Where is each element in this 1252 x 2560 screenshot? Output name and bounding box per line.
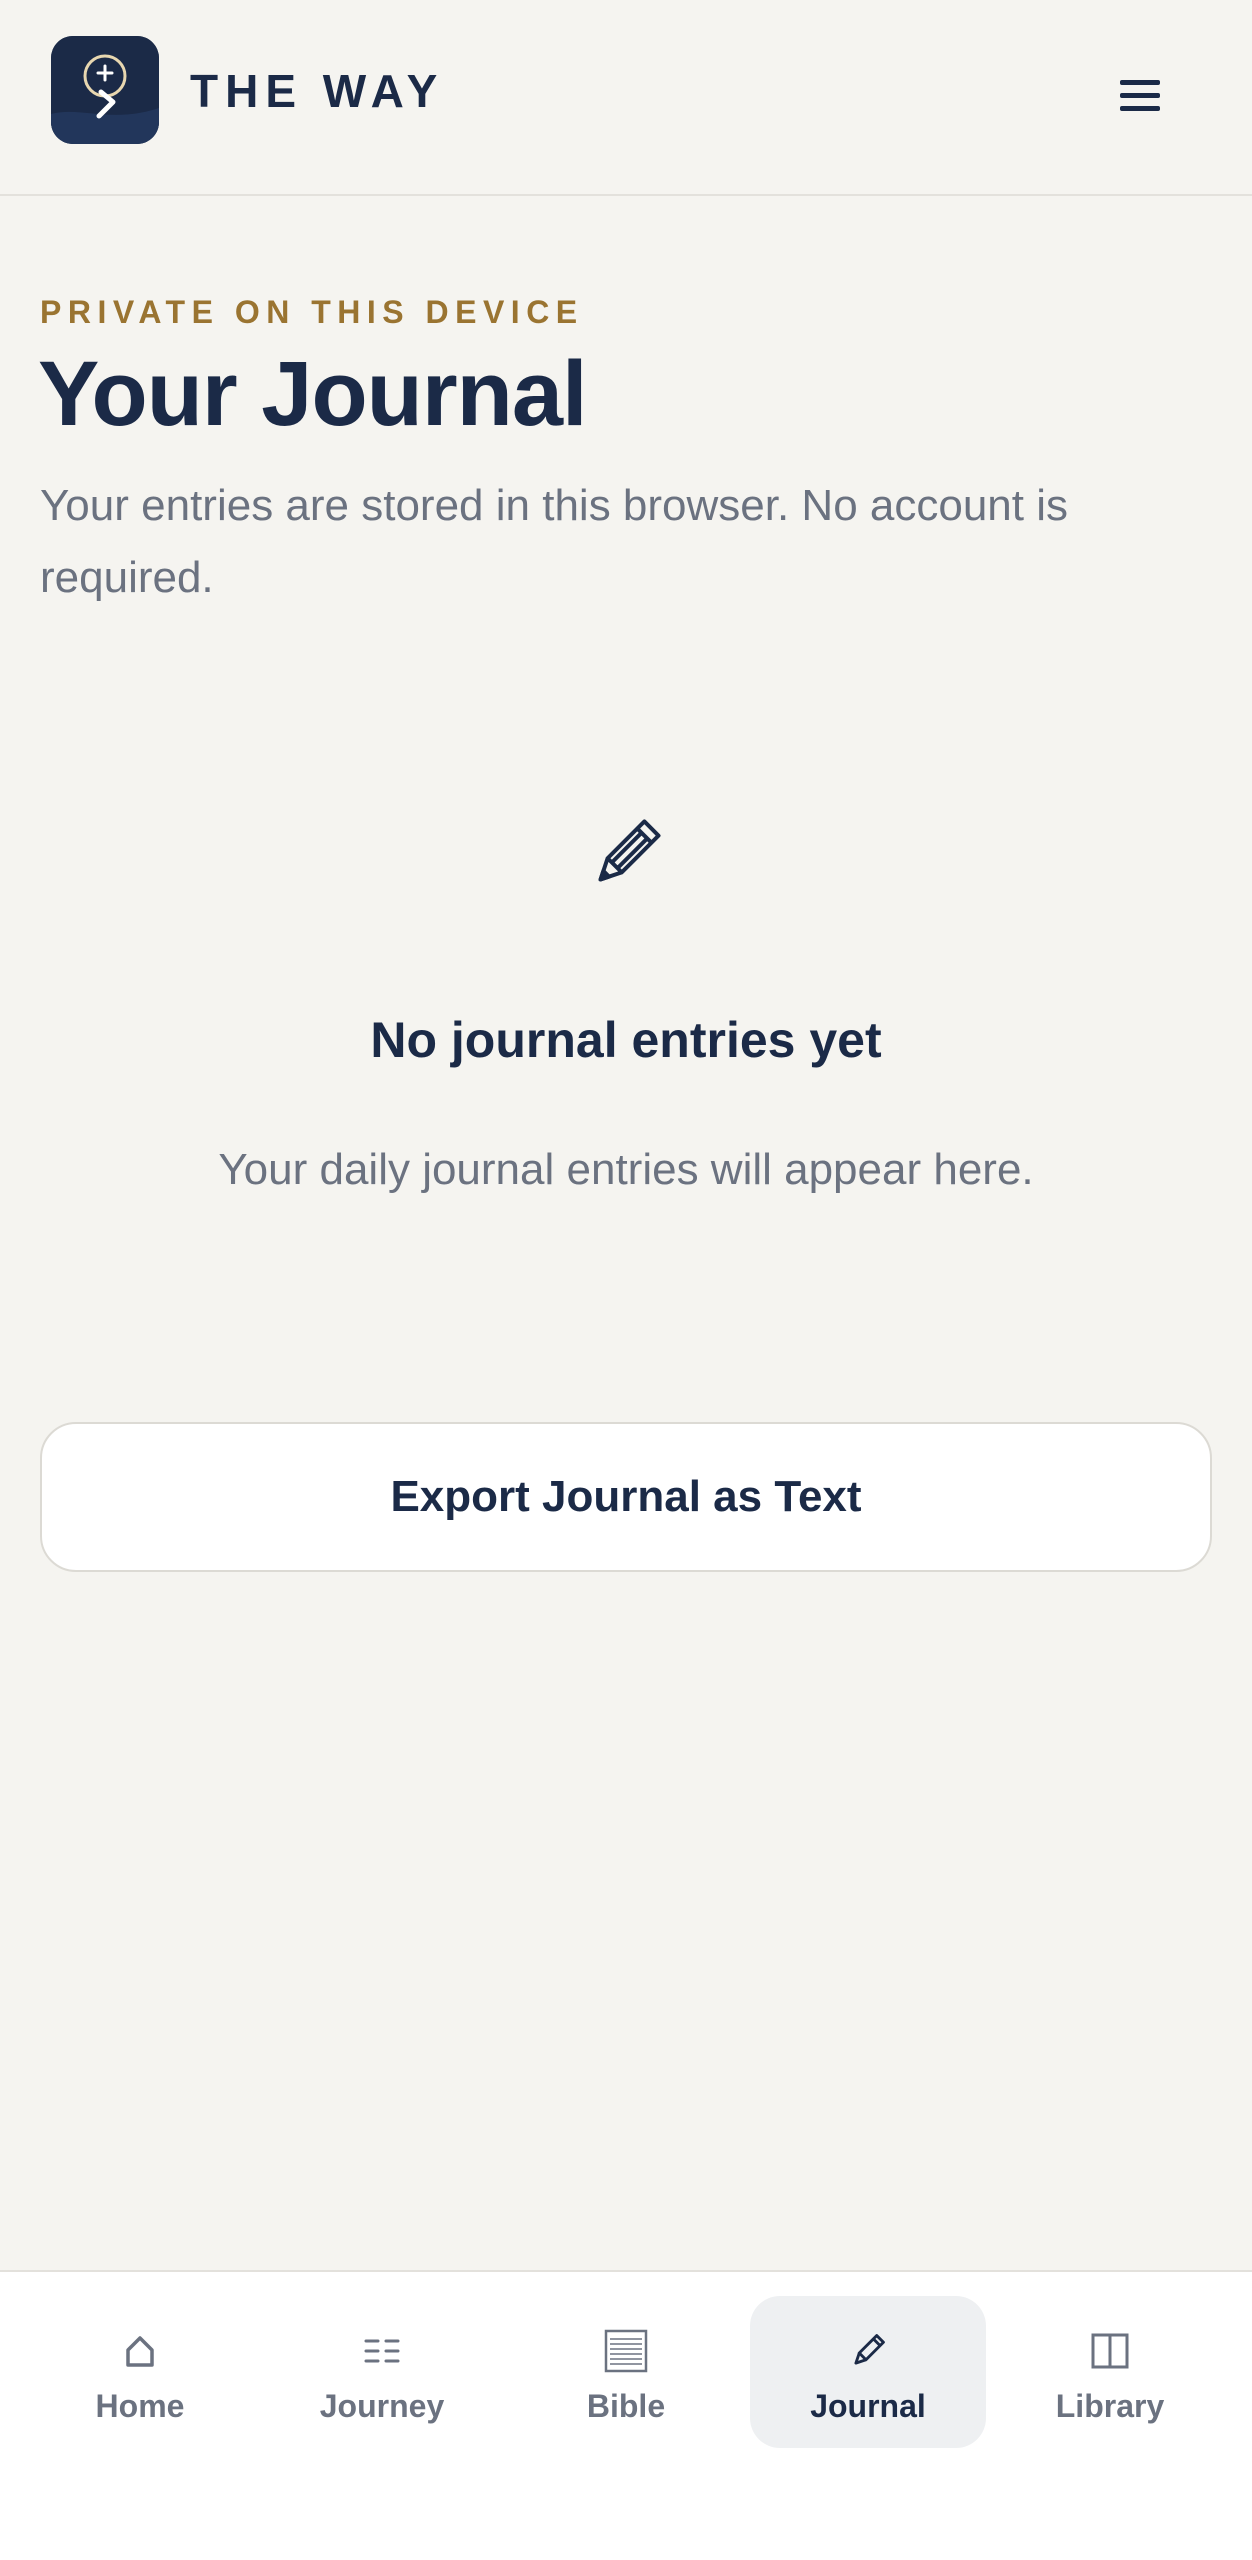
- nav-item-bible[interactable]: Bible: [508, 2296, 744, 2448]
- app-header: THE WAY: [0, 0, 1252, 196]
- nav-label-bible: Bible: [586, 2388, 666, 2424]
- brand-name: THE WAY: [190, 65, 445, 117]
- pencil-icon: [750, 2326, 986, 2376]
- export-journal-button[interactable]: Export Journal as Text: [40, 1422, 1212, 1572]
- nav-label-home: Home: [95, 2388, 185, 2424]
- nav-label-library: Library: [1055, 2388, 1165, 2424]
- compass-path-logo-icon[interactable]: [51, 36, 159, 144]
- nav-label-journey: Journey: [319, 2388, 445, 2424]
- nav-label-journal: Journal: [810, 2388, 926, 2424]
- journal-screen: THE WAY PRIVATE ON THIS DEVICE Your Jour…: [0, 0, 1252, 2560]
- empty-state-text: Your daily journal entries will appear h…: [218, 1145, 1034, 1194]
- home-icon: [22, 2326, 258, 2376]
- bottom-navigation: Home Journey Bible Journal Library: [0, 2270, 1252, 2560]
- pencil-icon: [586, 814, 666, 894]
- empty-state-title: No journal entries yet: [370, 1012, 882, 1068]
- library-icon: [992, 2326, 1228, 2376]
- page-title: Your Journal: [38, 343, 588, 445]
- nav-item-journal[interactable]: Journal: [750, 2296, 986, 2448]
- nav-item-library[interactable]: Library: [992, 2296, 1228, 2448]
- privacy-eyebrow: PRIVATE ON THIS DEVICE: [40, 294, 584, 330]
- nav-item-home[interactable]: Home: [22, 2296, 258, 2448]
- list-icon: [264, 2326, 500, 2376]
- nav-item-journey[interactable]: Journey: [264, 2296, 500, 2448]
- hamburger-menu-icon[interactable]: [1102, 64, 1178, 128]
- book-icon: [508, 2326, 744, 2376]
- page-subtitle: Your entries are stored in this browser.…: [40, 481, 1069, 602]
